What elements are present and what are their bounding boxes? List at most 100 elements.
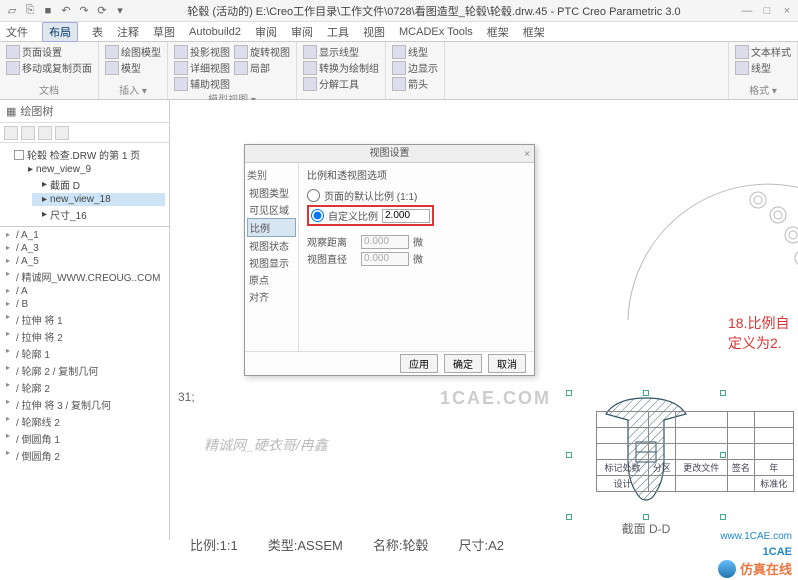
tree-tool-3[interactable] [38,126,52,140]
line-style-button[interactable]: 线型 [735,60,771,75]
pen-icon [735,61,749,75]
model-tree[interactable]: / A_1 / A_3 / A_5 / 精诚网_WWW.CREOUG..COM … [0,226,169,540]
model-button[interactable]: 模型 [105,60,161,75]
projection-view-button[interactable]: 投影视图 [174,44,230,59]
undo-icon[interactable]: ↶ [58,3,74,19]
text-icon [735,45,749,59]
gear-drawing [618,170,798,330]
rotate-view-button[interactable]: 旋转视图 [234,44,290,59]
tab-mcadex[interactable]: MCADEx Tools [399,26,473,38]
new-icon[interactable]: ▱ [4,3,20,19]
list-item[interactable]: / 倒圆角 2 [2,447,167,464]
tree-item-dim[interactable]: ▸ 尺寸_16 [32,206,165,223]
tree-tool-2[interactable] [21,126,35,140]
tab-frame2[interactable]: 框架 [523,24,545,40]
open-icon[interactable]: ⎘ [22,3,38,19]
tree-tool-1[interactable] [4,126,18,140]
redo-icon[interactable]: ↷ [76,3,92,19]
list-item[interactable]: / 拉伸 将 1 [2,311,167,328]
list-item[interactable]: / 拉伸 将 3 / 复制几何 [2,396,167,413]
scale-options: 比例和透视图选项 页面的默认比例 (1:1) 自定义比例 观察距离 微 [299,163,534,351]
list-item[interactable]: / B [2,298,167,311]
list-item[interactable]: / 倒圆角 1 [2,430,167,447]
drawing-model-button[interactable]: 绘图模型 [105,44,161,59]
category-list: 类别 视图类型 可见区域 比例 视图状态 视图显示 原点 对齐 [245,163,299,351]
minimize-icon[interactable]: — [740,5,754,17]
list-item[interactable]: / 轮廓 2 / 复制几何 [2,362,167,379]
dialog-title[interactable]: 视图设置 × [245,145,534,163]
handle-n[interactable] [643,390,649,396]
convert-group-button[interactable]: 转换为绘制组 [303,60,379,75]
tree-tool-4[interactable] [55,126,69,140]
category-item[interactable]: 原点 [247,271,296,288]
arrows-button[interactable]: 箭头 [392,76,428,91]
status-type: 类型:ASSEM [268,535,343,554]
tab-sketch[interactable]: 草图 [153,24,175,40]
tab-layout[interactable]: 布局 [42,22,78,42]
edge-display-button[interactable]: 边显示 [392,60,438,75]
radio-custom[interactable] [311,209,324,222]
tree-item-view18[interactable]: ▸ new_view_18 [32,193,165,206]
handle-w[interactable] [566,452,572,458]
list-item[interactable]: / A [2,285,167,298]
list-item[interactable]: / A_5 [2,255,167,268]
list-item[interactable]: / 轮廓 2 [2,379,167,396]
tab-view[interactable]: 视图 [363,24,385,40]
apply-button[interactable]: 应用 [400,354,438,373]
handle-ne[interactable] [720,390,726,396]
partial-view-button[interactable]: 局部 [234,60,290,75]
tab-frame1[interactable]: 框架 [487,24,509,40]
windows-icon[interactable]: ▾ [112,3,128,19]
explode-button[interactable]: 分解工具 [303,76,359,91]
regenerate-icon[interactable]: ⟳ [94,3,110,19]
tab-autobuild[interactable]: Autobuild2 [189,26,241,38]
radio-default[interactable] [307,189,320,202]
tab-file[interactable]: 文件 [6,24,28,40]
text-style-button[interactable]: 文本样式 [735,44,791,59]
page-setup-button[interactable]: 页面设置 [6,44,62,59]
tab-table[interactable]: 表 [92,24,103,40]
aux-view-button[interactable]: 辅助视图 [174,76,230,91]
title-block: 标记处数分区更改文件签名年 设计标准化 [596,411,794,492]
diameter-input[interactable] [361,252,409,266]
linetype-button[interactable]: 线型 [392,44,428,59]
drawing-tree[interactable]: 轮毂 检查.DRW 的第 1 页 ▸ new_view_9 ▸ 截面 D ▸ n… [0,143,169,226]
tree-item-view9[interactable]: ▸ new_view_9 [18,163,165,176]
dash-icon [392,45,406,59]
default-scale-radio[interactable]: 页面的默认比例 (1:1) [307,188,526,203]
footer-logo-text: 1CAE [763,546,792,558]
tree-item-section[interactable]: ▸ 截面 D [32,176,165,193]
tree-root[interactable]: 轮毂 检查.DRW 的第 1 页 [4,146,165,163]
list-item[interactable]: / A_3 [2,242,167,255]
detail-view-button[interactable]: 详细视图 [174,60,230,75]
list-item[interactable]: / A_1 [2,229,167,242]
handle-nw[interactable] [566,390,572,396]
custom-scale-input[interactable] [382,209,430,223]
close-icon[interactable]: × [780,5,794,17]
list-item[interactable]: / 拉伸 将 2 [2,328,167,345]
category-item-scale[interactable]: 比例 [247,218,296,237]
handle-se[interactable] [720,514,726,520]
distance-input[interactable] [361,235,409,249]
category-item[interactable]: 视图状态 [247,237,296,254]
cancel-button[interactable]: 取消 [488,354,526,373]
maximize-icon[interactable]: □ [760,5,774,17]
tab-review2[interactable]: 审阅 [291,24,313,40]
linestyle-button[interactable]: 显示线型 [303,44,359,59]
handle-sw[interactable] [566,514,572,520]
category-item[interactable]: 可见区域 [247,201,296,218]
category-item[interactable]: 视图类型 [247,184,296,201]
list-item[interactable]: / 轮廓 1 [2,345,167,362]
category-item[interactable]: 视图显示 [247,254,296,271]
move-copy-page-button[interactable]: 移动或复制页面 [6,60,92,75]
list-item[interactable]: / 精诚网_WWW.CREOUG..COM [2,268,167,285]
save-icon[interactable]: ■ [40,3,56,19]
category-item[interactable]: 对齐 [247,288,296,305]
tab-tools[interactable]: 工具 [327,24,349,40]
ok-button[interactable]: 确定 [444,354,482,373]
list-item[interactable]: / 轮廓线 2 [2,413,167,430]
handle-s[interactable] [643,514,649,520]
tab-review1[interactable]: 审阅 [255,24,277,40]
dialog-close-icon[interactable]: × [524,146,530,164]
tab-annotate[interactable]: 注释 [117,24,139,40]
